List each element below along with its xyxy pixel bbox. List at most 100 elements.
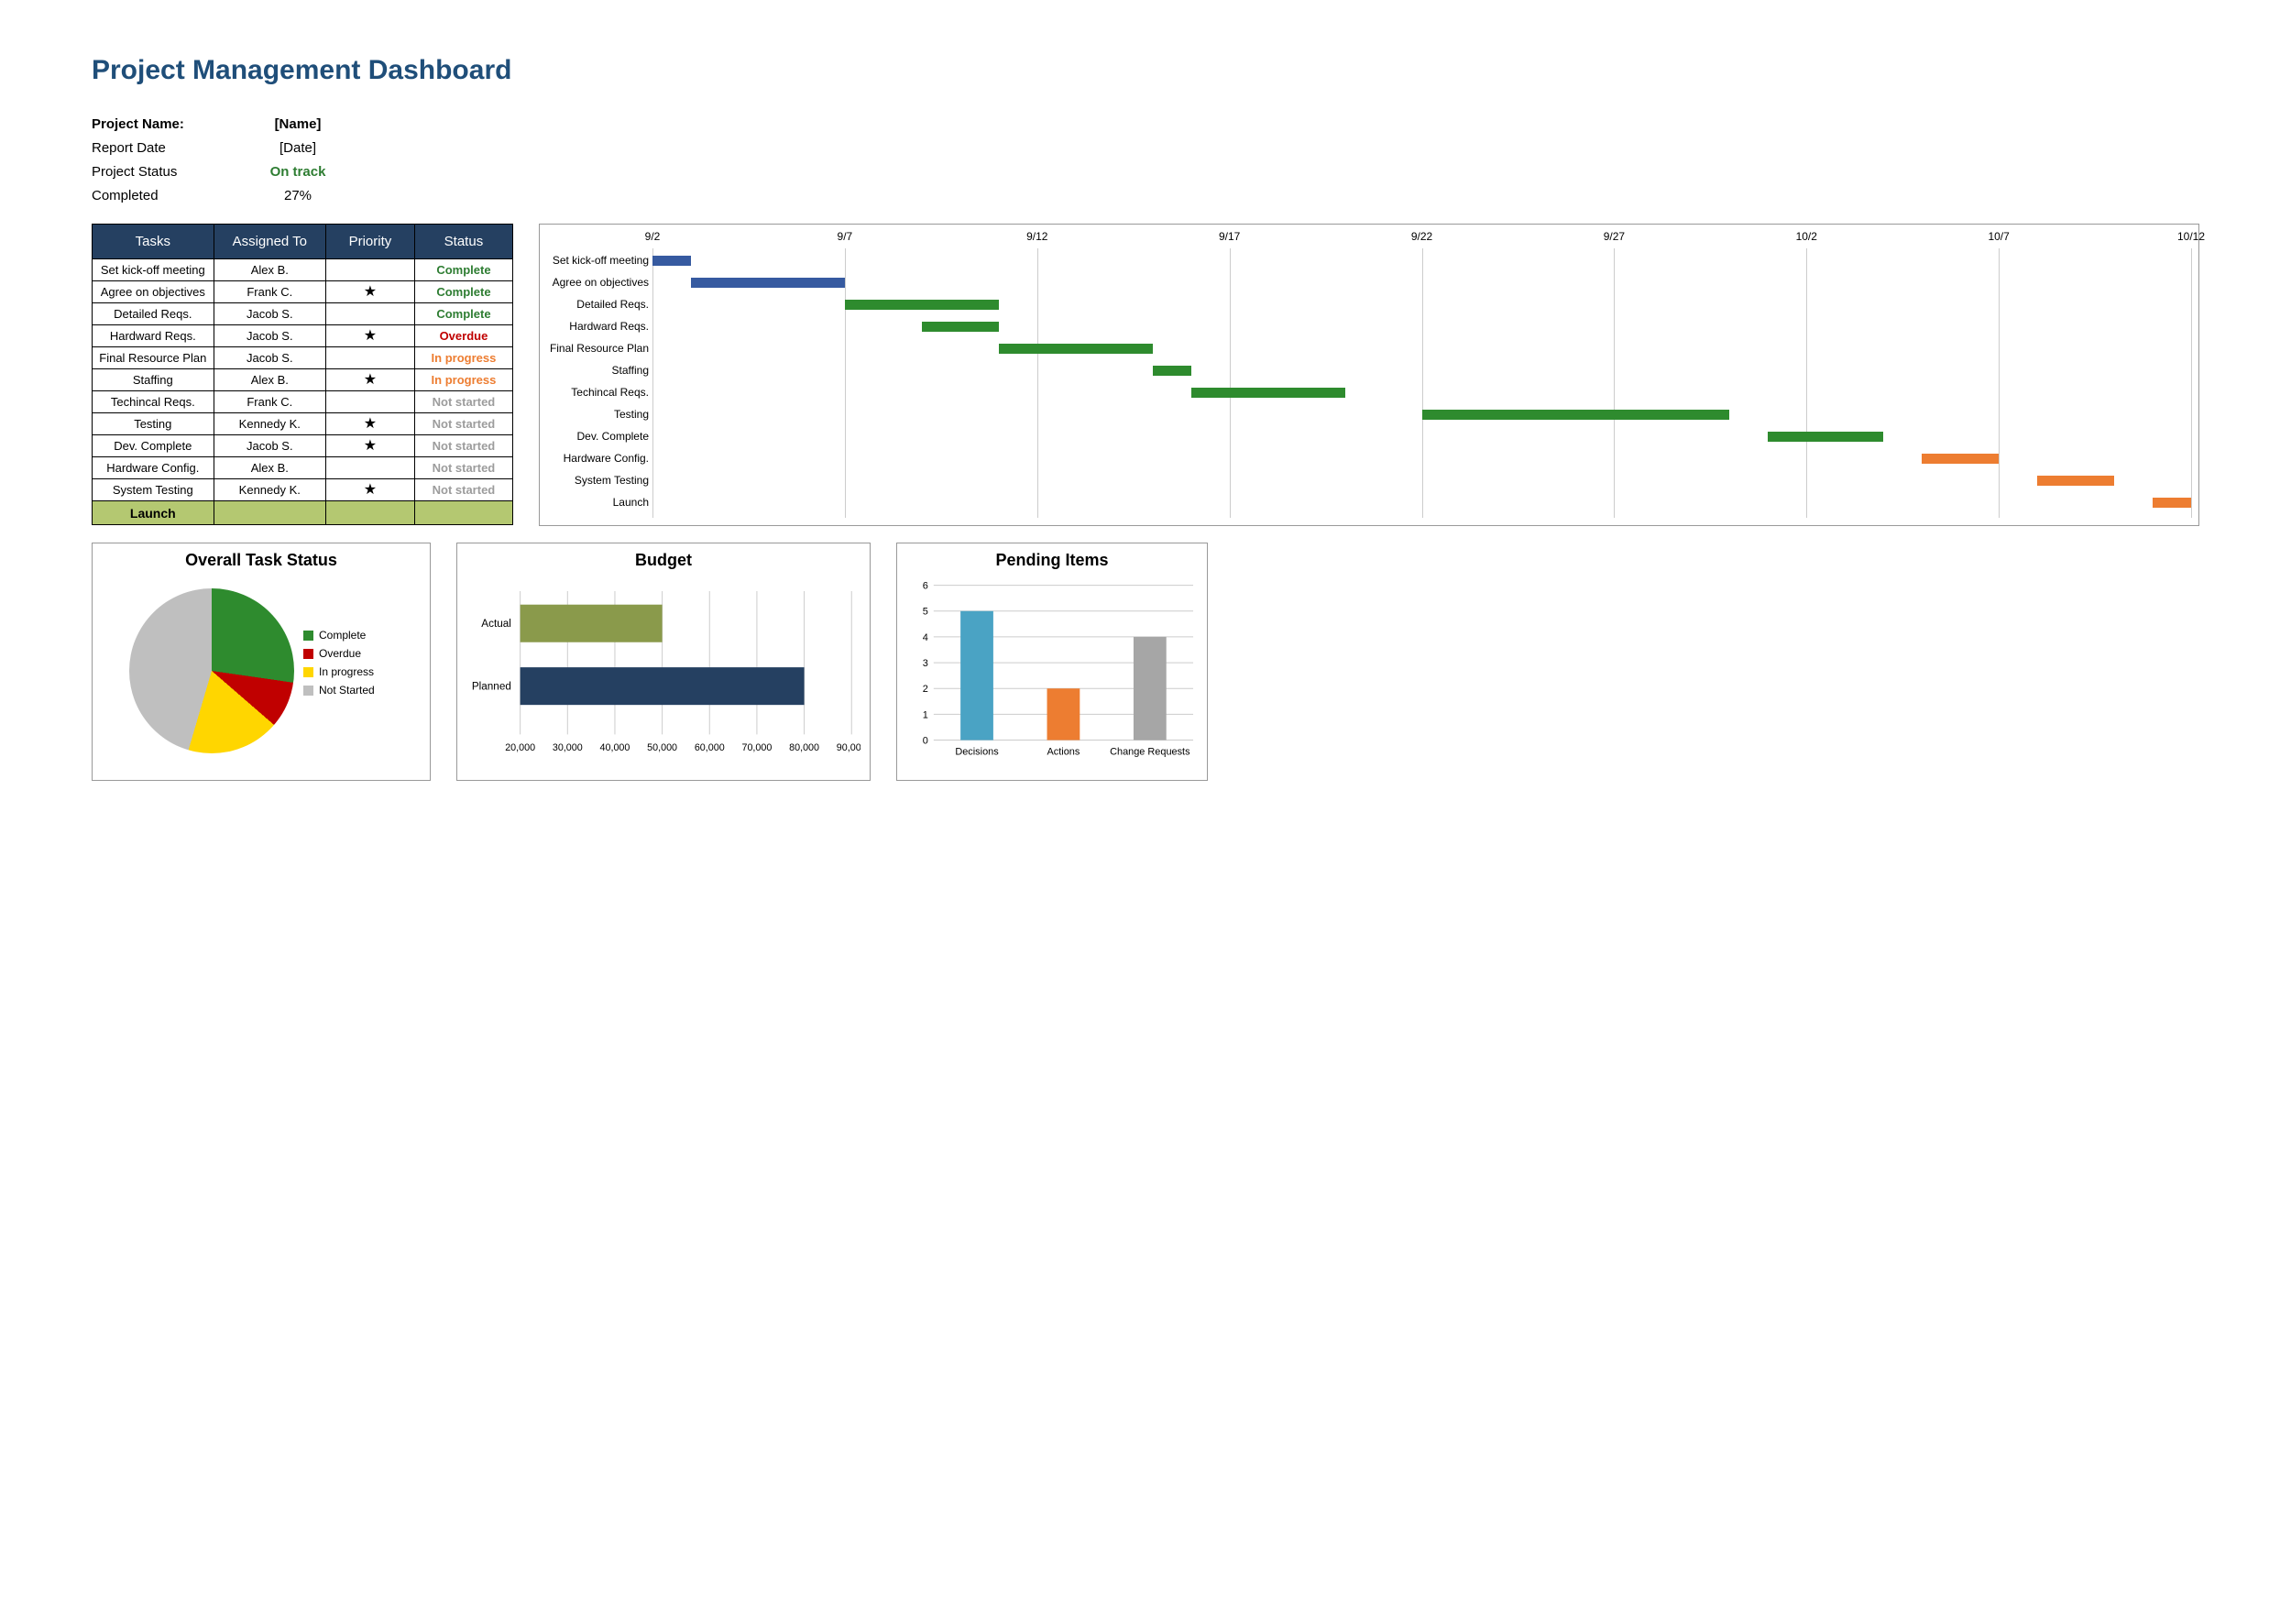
- launch-label: Launch: [93, 501, 214, 525]
- gantt-bar: [999, 344, 1153, 354]
- pie-legend: Complete Overdue In progress Not Started: [303, 629, 375, 702]
- gantt-x-tick: 9/2: [645, 230, 661, 243]
- cell-priority: ★: [325, 281, 414, 303]
- task-col-header-priority: Priority: [325, 225, 414, 259]
- budget-x-tick: 50,000: [647, 742, 677, 753]
- gantt-row-label: Dev. Complete: [577, 430, 649, 443]
- cell-task: Hardware Config.: [93, 457, 214, 479]
- cell-priority: [325, 259, 414, 281]
- cell-assigned: Jacob S.: [214, 325, 325, 347]
- cell-assigned: Alex B.: [214, 369, 325, 391]
- cell-status: Not started: [414, 413, 512, 435]
- pending-items-chart: Pending Items 0123456DecisionsActionsCha…: [896, 543, 1208, 781]
- cell-assigned: Frank C.: [214, 391, 325, 413]
- table-row: Set kick-off meetingAlex B.Complete: [93, 259, 513, 281]
- cell-status: Overdue: [414, 325, 512, 347]
- table-row: StaffingAlex B.★In progress: [93, 369, 513, 391]
- budget-x-tick: 30,000: [553, 742, 583, 753]
- pending-y-tick: 3: [923, 658, 928, 669]
- meta-label-project-status: Project Status: [92, 164, 247, 180]
- gantt-row-label: Final Resource Plan: [550, 342, 649, 355]
- budget-x-tick: 40,000: [600, 742, 630, 753]
- star-icon: ★: [364, 416, 377, 432]
- gantt-x-tick: 9/12: [1026, 230, 1047, 243]
- table-row: Techincal Reqs.Frank C.Not started: [93, 391, 513, 413]
- table-row: Detailed Reqs.Jacob S. Complete: [93, 303, 513, 325]
- cell-priority: [325, 303, 414, 325]
- budget-x-tick: 70,000: [741, 742, 772, 753]
- table-row: Hardware Config.Alex B.Not started: [93, 457, 513, 479]
- legend-notstarted: Not Started: [319, 684, 375, 697]
- gantt-row-label: Hardward Reqs.: [569, 320, 649, 333]
- meta-label-completed: Completed: [92, 188, 247, 203]
- pending-y-tick: 5: [923, 607, 928, 618]
- gantt-gridline: [1999, 248, 2000, 518]
- gantt-x-tick: 10/7: [1988, 230, 2009, 243]
- table-row: Agree on objectivesFrank C.★Complete: [93, 281, 513, 303]
- cell-assigned: Jacob S.: [214, 303, 325, 325]
- cell-status: Complete: [414, 281, 512, 303]
- swatch-overdue: [303, 649, 313, 659]
- gantt-row-label: System Testing: [575, 474, 649, 487]
- swatch-inprogress: [303, 667, 313, 677]
- gantt-x-tick: 9/7: [838, 230, 853, 243]
- table-row: System TestingKennedy K.★Not started: [93, 479, 513, 501]
- gantt-gridline: [1230, 248, 1231, 518]
- meta-label-project-name: Project Name:: [92, 116, 247, 132]
- cell-task: Staffing: [93, 369, 214, 391]
- budget-x-tick: 80,000: [789, 742, 819, 753]
- star-icon: ★: [364, 482, 377, 498]
- gantt-bar: [1191, 388, 1345, 398]
- cell-status: Complete: [414, 303, 512, 325]
- task-col-header-status: Status: [414, 225, 512, 259]
- gantt-bar: [1153, 366, 1191, 376]
- cell-status: Complete: [414, 259, 512, 281]
- gantt-gridline: [1806, 248, 1807, 518]
- gantt-x-tick: 10/12: [2177, 230, 2205, 243]
- gantt-chart: Set kick-off meetingAgree on objectivesD…: [539, 224, 2199, 526]
- overall-task-status-chart: Overall Task Status Complete Overdue In …: [92, 543, 431, 781]
- gantt-bar: [2037, 476, 2114, 486]
- pending-y-tick: 2: [923, 684, 928, 695]
- star-icon: ★: [364, 284, 377, 300]
- cell-status: Not started: [414, 457, 512, 479]
- cell-assigned: Frank C.: [214, 281, 325, 303]
- cell-priority: [325, 347, 414, 369]
- pending-bar: [1047, 688, 1080, 740]
- gantt-x-tick: 9/27: [1604, 230, 1625, 243]
- cell-status: Not started: [414, 391, 512, 413]
- cell-assigned: Kennedy K.: [214, 413, 325, 435]
- budget-title: Budget: [466, 551, 860, 570]
- legend-overdue: Overdue: [319, 647, 361, 660]
- meta-value-project-name: [Name]: [247, 116, 348, 132]
- cell-task: Detailed Reqs.: [93, 303, 214, 325]
- launch-row: Launch: [93, 501, 513, 525]
- gantt-gridline: [1422, 248, 1423, 518]
- pending-title: Pending Items: [906, 551, 1198, 570]
- gantt-row-label: Set kick-off meeting: [553, 254, 649, 267]
- gantt-gridline: [1037, 248, 1038, 518]
- legend-complete: Complete: [319, 629, 366, 642]
- task-col-header-task: Tasks: [93, 225, 214, 259]
- task-table: Tasks Assigned To Priority Status Set ki…: [92, 224, 513, 525]
- budget-x-tick: 20,000: [505, 742, 535, 753]
- table-row: Final Resource PlanJacob S.In progress: [93, 347, 513, 369]
- gantt-bar: [922, 322, 999, 332]
- budget-cat-label: Actual: [481, 618, 511, 630]
- pending-cat-label: Decisions: [955, 746, 999, 757]
- cell-priority: ★: [325, 369, 414, 391]
- swatch-notstarted: [303, 686, 313, 696]
- legend-inprogress: In progress: [319, 665, 374, 678]
- gantt-gridline: [2191, 248, 2192, 518]
- cell-task: Hardward Reqs.: [93, 325, 214, 347]
- cell-priority: ★: [325, 413, 414, 435]
- budget-bar: [521, 667, 805, 705]
- cell-priority: [325, 457, 414, 479]
- cell-assigned: Alex B.: [214, 259, 325, 281]
- cell-status: In progress: [414, 369, 512, 391]
- meta-value-report-date: [Date]: [247, 140, 348, 156]
- cell-priority: ★: [325, 435, 414, 457]
- pending-cat-label: Change Requests: [1110, 746, 1190, 757]
- cell-task: System Testing: [93, 479, 214, 501]
- gantt-bar: [1422, 410, 1730, 420]
